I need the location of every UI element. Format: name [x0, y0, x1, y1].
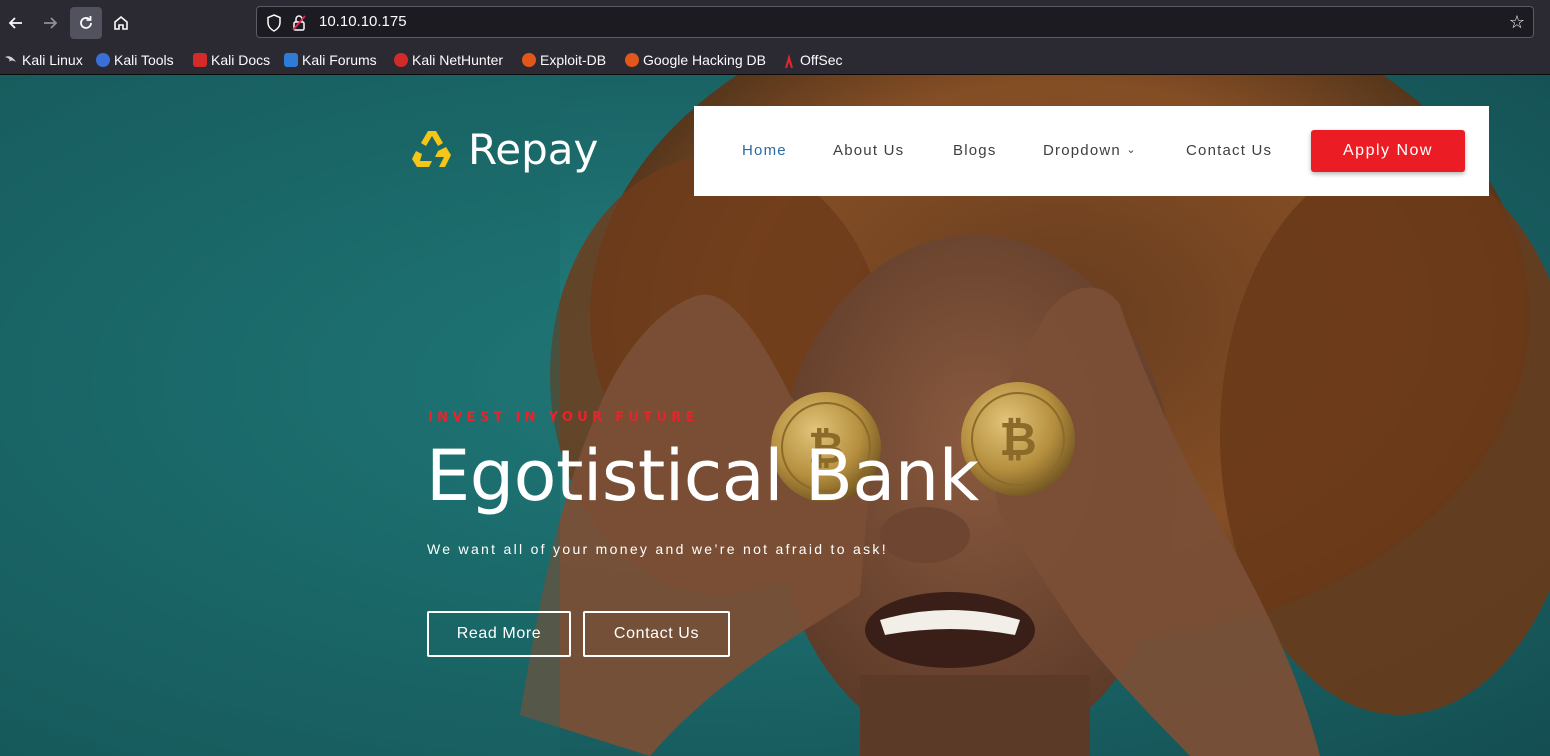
- arrow-left-icon: [8, 17, 22, 29]
- kali-forums-icon: [284, 53, 298, 67]
- bookmark-label: Kali Tools: [114, 52, 174, 68]
- bookmark-star-icon[interactable]: ☆: [1509, 12, 1525, 33]
- apply-now-button[interactable]: Apply Now: [1311, 130, 1465, 172]
- hero-title: Egotistical Bank: [426, 435, 979, 517]
- svg-text:₿: ₿: [999, 412, 1037, 466]
- chevron-down-icon: ⌄: [1126, 144, 1137, 156]
- bookmark-exploit-db[interactable]: Exploit-DB: [522, 50, 606, 70]
- bookmark-offsec[interactable]: OffSec: [782, 50, 843, 70]
- back-button[interactable]: [0, 7, 32, 39]
- read-more-button[interactable]: Read More: [427, 611, 571, 657]
- recycle-logo-icon: [412, 130, 451, 167]
- url-text[interactable]: 10.10.10.175: [319, 13, 407, 30]
- bookmarks-toolbar: Kali Linux Kali Tools Kali Docs Kali For…: [0, 46, 1550, 75]
- bookmark-label: Kali Forums: [302, 52, 377, 68]
- forward-button[interactable]: [34, 7, 66, 39]
- kali-docs-icon: [193, 53, 207, 67]
- home-icon: [114, 15, 128, 30]
- exploit-db-icon: [522, 53, 536, 67]
- main-nav: Home About Us Blogs Dropdown ⌄ Contact U…: [694, 106, 1489, 196]
- bookmark-label: Kali NetHunter: [412, 52, 504, 68]
- kali-tools-icon: [96, 53, 110, 67]
- hero-tagline: We want all of your money and we’re not …: [427, 541, 888, 557]
- nav-home[interactable]: Home: [742, 142, 787, 159]
- arrow-right-icon: [44, 17, 58, 29]
- address-bar[interactable]: 10.10.10.175 ☆: [256, 6, 1534, 38]
- kali-dragon-icon: [4, 53, 18, 67]
- bookmark-label: Kali Linux: [22, 52, 83, 68]
- bookmark-label: Google Hacking DB: [643, 52, 766, 68]
- bookmark-kali-docs[interactable]: Kali Docs: [193, 50, 270, 70]
- bookmark-label: Kali Docs: [211, 52, 271, 68]
- contact-us-button[interactable]: Contact Us: [583, 611, 730, 657]
- insecure-lock-icon[interactable]: [292, 14, 306, 32]
- tracking-shield-icon[interactable]: [266, 14, 282, 32]
- home-button[interactable]: [105, 7, 137, 39]
- bookmark-label: Exploit-DB: [540, 52, 607, 68]
- bookmark-google-hacking-db[interactable]: Google Hacking DB: [625, 50, 766, 70]
- webpage: ₿ ₿ Repay Home About Us Blogs Dropdown ⌄…: [0, 75, 1550, 756]
- reload-icon: [80, 16, 92, 29]
- browser-toolbar: 10.10.10.175 ☆: [0, 0, 1550, 46]
- offsec-icon: [782, 53, 796, 68]
- bookmark-kali-nethunter[interactable]: Kali NetHunter: [394, 50, 503, 70]
- nav-about-us[interactable]: About Us: [833, 142, 904, 159]
- nav-contact-us[interactable]: Contact Us: [1186, 142, 1272, 159]
- nethunter-icon: [394, 53, 408, 67]
- hero-eyebrow: INVEST IN YOUR FUTURE: [428, 410, 699, 425]
- bookmark-kali-tools[interactable]: Kali Tools: [96, 50, 174, 70]
- logo-text: Repay: [468, 125, 599, 174]
- nav-dropdown-label: Dropdown: [1043, 142, 1121, 159]
- bookmark-kali-linux[interactable]: Kali Linux: [4, 50, 83, 70]
- bookmark-label: OffSec: [800, 52, 843, 68]
- site-logo[interactable]: Repay: [410, 125, 598, 174]
- nav-dropdown[interactable]: Dropdown ⌄: [1043, 142, 1137, 159]
- bookmark-kali-forums[interactable]: Kali Forums: [284, 50, 377, 70]
- nav-blogs[interactable]: Blogs: [953, 142, 997, 159]
- ghdb-icon: [625, 53, 639, 67]
- reload-button[interactable]: [70, 7, 102, 39]
